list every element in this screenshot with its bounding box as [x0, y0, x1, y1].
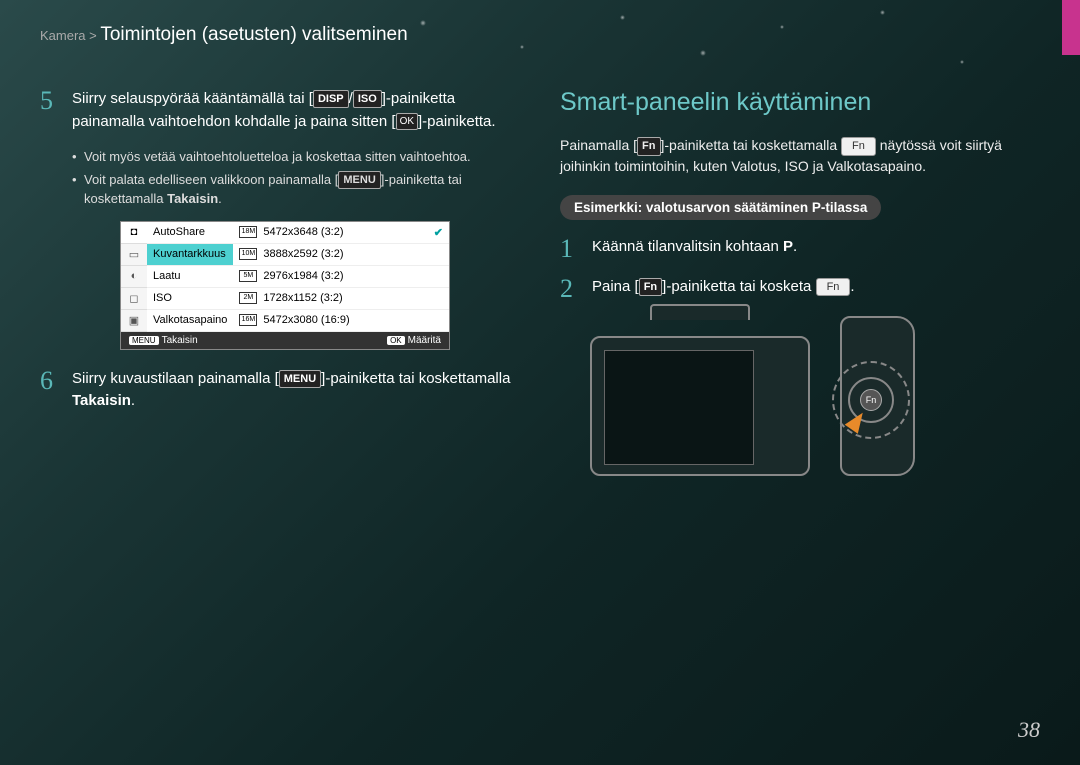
resolution-icon: 18M: [239, 226, 257, 238]
menu-tab-icon: ◐: [121, 266, 147, 288]
step-5-bullets: Voit myös vetää vaihtoehtoluetteloa ja k…: [72, 147, 520, 209]
bullet-item: Voit myös vetää vaihtoehtoluetteloa ja k…: [72, 147, 520, 167]
step-2: 2 Paina [Fn]-painiketta tai kosketa Fn.: [560, 276, 1040, 302]
step-5: 5 Siirry selauspyörää kääntämällä tai [D…: [40, 88, 520, 133]
resolution-option: 10M 3888x2592 (3:2): [233, 244, 449, 266]
step-1: 1 Käännä tilanvalitsin kohtaan P.: [560, 236, 1040, 262]
resolution-icon: 16M: [239, 314, 257, 326]
step-text: Siirry selauspyörää kääntämällä tai [DIS…: [72, 88, 520, 133]
menu-tab-camera-icon: ◘: [121, 222, 147, 244]
resolution-icon: 5M: [239, 270, 257, 282]
resolution-option: 18M 5472x3648 (3:2) ✔: [233, 222, 449, 244]
step-number: 2: [560, 276, 580, 302]
menu-item-iso: ISO: [147, 288, 233, 310]
menu-item-resolution: Kuvantarkkuus: [147, 244, 233, 266]
fn-physical-button: Fn: [860, 389, 882, 411]
menu-item-quality: Laatu: [147, 266, 233, 288]
fn-touch-button: Fn: [841, 137, 876, 156]
ok-button-label: OK: [396, 113, 418, 130]
example-pill: Esimerkki: valotusarvon säätäminen P-til…: [560, 195, 881, 220]
breadcrumb: Kamera > Toimintojen (asetusten) valitse…: [0, 0, 1080, 58]
menu-button-label: MENU: [338, 171, 380, 190]
page-number: 38: [1018, 717, 1040, 743]
resolution-option: 5M 2976x1984 (3:2): [233, 266, 449, 288]
dial-highlight-circle: Fn: [832, 361, 910, 439]
intro-paragraph: Painamalla [Fn]-painiketta tai koskettam…: [560, 135, 1040, 177]
resolution-icon: 2M: [239, 292, 257, 304]
resolution-icon: 10M: [239, 248, 257, 260]
check-icon: ✔: [434, 226, 443, 239]
menu-footer-back-btn: MENU: [129, 336, 159, 345]
menu-tab-user-icon: ◻: [121, 288, 147, 310]
menu-tab-icon: ▣: [121, 310, 147, 332]
section-title: Smart-paneelin käyttäminen: [560, 88, 1040, 117]
menu-footer: MENUTakaisin OKMääritä: [121, 332, 449, 349]
step-text: Käännä tilanvalitsin kohtaan P.: [592, 236, 797, 262]
resolution-option: 2M 1728x1152 (3:2): [233, 288, 449, 310]
iso-button-label: ISO: [353, 90, 382, 109]
menu-button-label: MENU: [279, 370, 321, 389]
step-text: Paina [Fn]-painiketta tai kosketa Fn.: [592, 276, 855, 302]
fn-button-label: Fn: [637, 137, 660, 156]
menu-item-autoshare: AutoShare: [147, 222, 233, 244]
fn-touch-button: Fn: [816, 278, 851, 297]
step-number: 5: [40, 88, 60, 133]
bullet-item: Voit palata edelliseen valikkoon painama…: [72, 170, 520, 209]
left-column: 5 Siirry selauspyörää kääntämällä tai [D…: [40, 88, 520, 486]
fn-button-label: Fn: [639, 278, 662, 297]
breadcrumb-title: Toimintojen (asetusten) valitseminen: [100, 24, 407, 45]
menu-footer-ok-btn: OK: [387, 336, 405, 345]
camera-illustration: Fn: [590, 316, 870, 486]
step-6: 6 Siirry kuvaustilaan painamalla [MENU]-…: [40, 368, 520, 413]
step-number: 1: [560, 236, 580, 262]
menu-tab-icon: ▭: [121, 244, 147, 266]
step-number: 6: [40, 368, 60, 413]
resolution-option: 16M 5472x3080 (16:9): [233, 310, 449, 332]
right-column: Smart-paneelin käyttäminen Painamalla [F…: [560, 88, 1040, 486]
menu-item-whitebalance: Valkotasapaino: [147, 310, 233, 332]
disp-button-label: DISP: [313, 90, 349, 109]
page-accent: [1062, 0, 1080, 55]
breadcrumb-prefix: Kamera >: [40, 28, 100, 43]
camera-menu-screenshot: ◘ ▭ ◐ ◻ ▣ AutoShare Kuvantarkkuus Laatu …: [120, 221, 450, 350]
step-text: Siirry kuvaustilaan painamalla [MENU]-pa…: [72, 368, 520, 413]
